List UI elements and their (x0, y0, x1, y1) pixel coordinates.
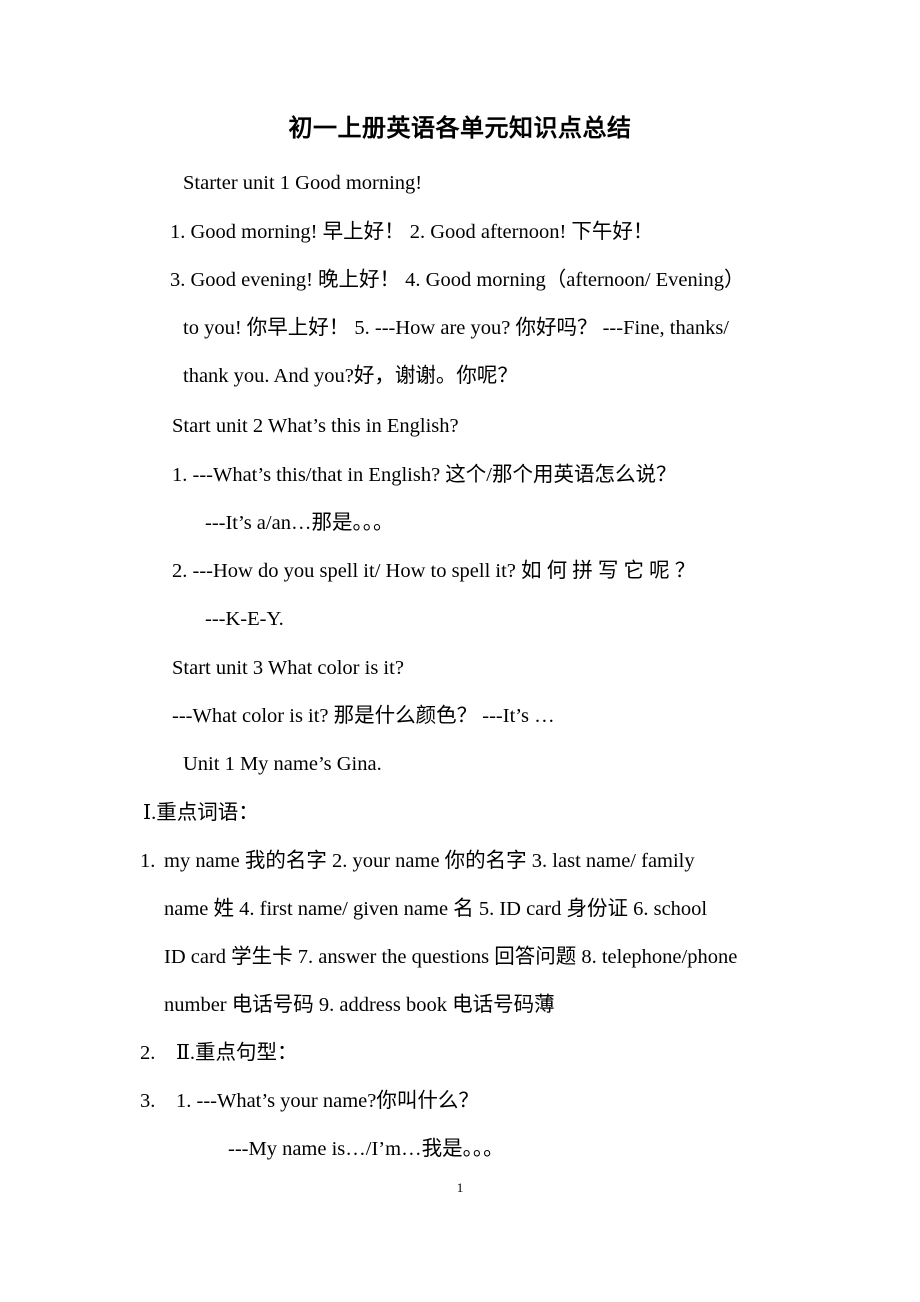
text-line-unit2-q2: 2. ---How do you spell it/ How to spell … (172, 560, 696, 582)
page-number: 1 (456, 1180, 464, 1195)
text-line-unit3-q1: ---What color is it? 那是什么颜色？ ---It’s … (172, 705, 555, 727)
text-line-greetings-2: 3. Good evening! 晚上好！ 4. Good morning（af… (170, 269, 745, 291)
text-line-greetings-3: to you! 你早上好！ 5. ---How are you? 你好吗？ --… (183, 317, 730, 339)
heading-start-unit-3: Start unit 3 What color is it? (172, 657, 404, 679)
text-line-greetings-4: thank you. And you?好，谢谢。你呢？ (183, 365, 518, 387)
text-line-unit2-a1: ---It’s a/an…那是。。。 (205, 512, 394, 534)
list-item: 1. ---What’s your name?你叫什么？ (176, 1090, 479, 1112)
list-item: name 姓 4. first name/ given name 名 5. ID… (164, 898, 708, 920)
heading-start-unit-2: Start unit 2 What’s this in English? (172, 415, 459, 437)
list-item: ID card 学生卡 7. answer the questions 回答问题… (164, 946, 738, 968)
heading-unit-1: Unit 1 My name’s Gina. (183, 753, 382, 775)
heading-starter-unit-1: Starter unit 1 Good morning! (183, 172, 423, 194)
list-item-marker: 1. (140, 850, 156, 872)
text-line-unit2-q1: 1. ---What’s this/that in English? 这个/那个… (172, 464, 677, 486)
heading-key-vocabulary: Ⅰ.重点词语： (143, 802, 259, 824)
list-item-marker: 2. (140, 1042, 156, 1064)
document-page: 初一上册英语各单元知识点总结 Starter unit 1 Good morni… (0, 0, 920, 1302)
text-line-unit2-a2: ---K-E-Y. (205, 608, 284, 630)
list-item: my name 我的名字 2. your name 你的名字 3. last n… (164, 850, 695, 872)
list-item: number 电话号码 9. address book 电话号码薄 (164, 994, 555, 1016)
list-item: Ⅱ.重点句型： (176, 1042, 298, 1064)
text-line-greetings-1: 1. Good morning! 早上好！ 2. Good afternoon!… (170, 221, 654, 243)
page-title: 初一上册英语各单元知识点总结 (288, 116, 632, 142)
list-item: ---My name is…/I’m…我是。。。 (228, 1138, 504, 1160)
list-item-marker: 3. (140, 1090, 156, 1112)
